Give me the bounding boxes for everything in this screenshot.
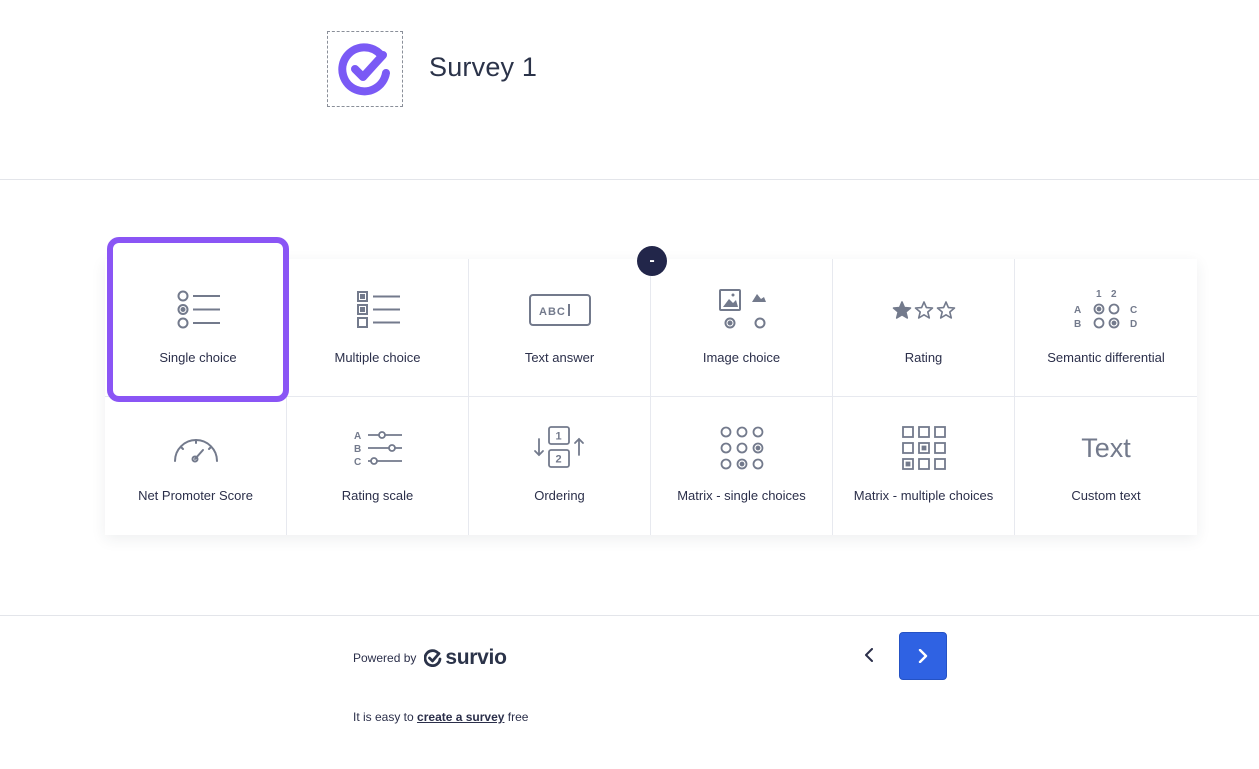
tile-label: Single choice: [159, 350, 237, 365]
footer-divider: [0, 615, 1259, 616]
rating-stars-icon: [892, 301, 955, 319]
matrix-single-icon: [720, 426, 763, 470]
text-answer-icon: ABC: [528, 294, 591, 326]
semantic-label: D: [1130, 319, 1137, 330]
powered-by-label: Powered by: [353, 651, 417, 665]
ordering-number: 1: [555, 431, 561, 443]
create-survey-link[interactable]: create a survey: [417, 710, 504, 724]
gauge-icon: [173, 439, 218, 463]
easy-suffix: free: [507, 710, 529, 724]
semantic-label: C: [1130, 305, 1137, 316]
survio-check-icon: [424, 649, 442, 667]
multiple-choice-icon: [356, 291, 400, 328]
tile-semantic-differential[interactable]: 1 2 A C B D Semantic differential: [1015, 259, 1197, 397]
tile-label: Matrix - multiple choices: [853, 488, 994, 503]
tile-rating[interactable]: Rating: [833, 259, 1015, 397]
rating-scale-icon: A B C: [354, 431, 402, 468]
ordering-icon: 1 2: [533, 426, 584, 468]
matrix-multiple-icon: [901, 426, 946, 470]
scale-label: B: [354, 444, 361, 455]
tile-matrix-multiple[interactable]: Matrix - multiple choices: [833, 397, 1015, 535]
tile-label: Image choice: [702, 350, 781, 365]
tile-image-choice[interactable]: Image choice: [651, 259, 833, 397]
previous-button[interactable]: [854, 640, 884, 670]
semantic-label: 1: [1096, 289, 1102, 300]
tile-ordering[interactable]: 1 2 Ordering: [469, 397, 651, 535]
tile-multiple-choice[interactable]: Multiple choice: [287, 259, 469, 397]
custom-text-icon: Text: [1015, 423, 1197, 473]
semantic-label: 2: [1111, 289, 1117, 300]
remove-button[interactable]: -: [637, 246, 667, 276]
tile-custom-text[interactable]: Text Custom text: [1015, 397, 1197, 535]
tile-label: Matrix - single choices: [677, 488, 806, 503]
powered-by[interactable]: Powered by survio: [353, 646, 507, 670]
semantic-label: B: [1074, 319, 1081, 330]
chevron-right-icon: [918, 649, 928, 663]
create-survey-note: It is easy to create a survey free: [353, 710, 528, 724]
survey-header: Survey 1: [0, 0, 1259, 180]
tile-single-choice-selected[interactable]: Single choice: [107, 237, 289, 402]
survey-logo[interactable]: [327, 31, 403, 107]
single-choice-icon: [177, 290, 220, 329]
tile-label: Multiple choice: [334, 350, 421, 365]
image-choice-icon: [718, 289, 766, 329]
tile-matrix-single[interactable]: Matrix - single choices: [651, 397, 833, 535]
survio-logo: survio: [424, 646, 507, 670]
ordering-number: 2: [555, 454, 561, 466]
check-circle-icon: [338, 43, 390, 96]
tile-label: Text answer: [524, 350, 595, 365]
custom-text-icon-label: Text: [1081, 432, 1131, 463]
tile-label: Ordering: [534, 488, 585, 503]
scale-label: A: [354, 431, 361, 442]
tile-text-answer[interactable]: ABC Text answer: [469, 259, 651, 397]
tile-label: Rating: [904, 350, 943, 365]
semantic-label: A: [1074, 305, 1081, 316]
page-title: Survey 1: [429, 52, 538, 82]
tile-net-promoter-score[interactable]: Net Promoter Score: [105, 397, 287, 535]
tile-label: Net Promoter Score: [138, 488, 253, 503]
semantic-differential-icon: 1 2 A C B D: [1074, 289, 1137, 330]
brand-name: survio: [445, 646, 507, 669]
tile-label: Rating scale: [341, 488, 414, 503]
tile-rating-scale[interactable]: A B C Rating scale: [287, 397, 469, 535]
tile-label: Custom text: [1071, 488, 1141, 503]
tile-label: Semantic differential: [1047, 350, 1165, 365]
text-answer-icon-text: ABC: [539, 306, 566, 318]
next-button[interactable]: [899, 632, 947, 680]
easy-prefix: It is easy to: [353, 710, 414, 724]
chevron-left-icon: [865, 648, 873, 662]
scale-label: C: [354, 457, 361, 468]
